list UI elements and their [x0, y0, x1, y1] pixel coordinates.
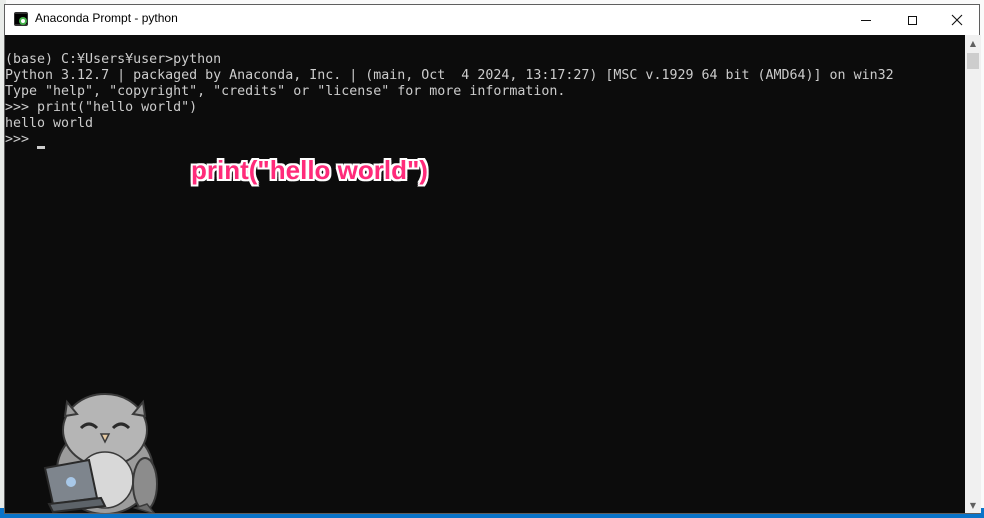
maximize-icon: [907, 15, 917, 25]
owl-mascot-illustration: [43, 393, 158, 513]
window-title: Anaconda Prompt - python: [35, 11, 178, 25]
code-annotation: print("hello world"): [191, 155, 428, 185]
scroll-up-icon[interactable]: ▲: [965, 35, 981, 51]
console-prompt-line: >>>: [5, 132, 38, 147]
console-line: hello world: [5, 116, 94, 131]
console-line: Python 3.12.7 | packaged by Anaconda, In…: [5, 68, 894, 83]
console-line: (base) C:¥Users¥user>python: [5, 52, 222, 67]
scroll-thumb[interactable]: [967, 53, 979, 69]
terminal-app-icon: [14, 12, 28, 26]
close-icon: [951, 14, 963, 26]
text-cursor: [37, 146, 45, 149]
close-button[interactable]: [934, 5, 980, 35]
console-line: Type "help", "copyright", "credits" or "…: [5, 84, 566, 99]
console-line: >>> print("hello world"): [5, 100, 198, 115]
title-bar[interactable]: Anaconda Prompt - python: [5, 5, 979, 36]
console-output[interactable]: (base) C:¥Users¥user>python Python 3.12.…: [5, 35, 965, 513]
minimize-button[interactable]: [843, 5, 889, 35]
vertical-scrollbar[interactable]: ▲ ▼: [965, 35, 981, 513]
minimize-icon: [861, 19, 871, 21]
maximize-button[interactable]: [889, 5, 935, 35]
console-window: Anaconda Prompt - python (base) C:¥Users…: [4, 4, 981, 514]
scroll-down-icon[interactable]: ▼: [965, 497, 981, 513]
